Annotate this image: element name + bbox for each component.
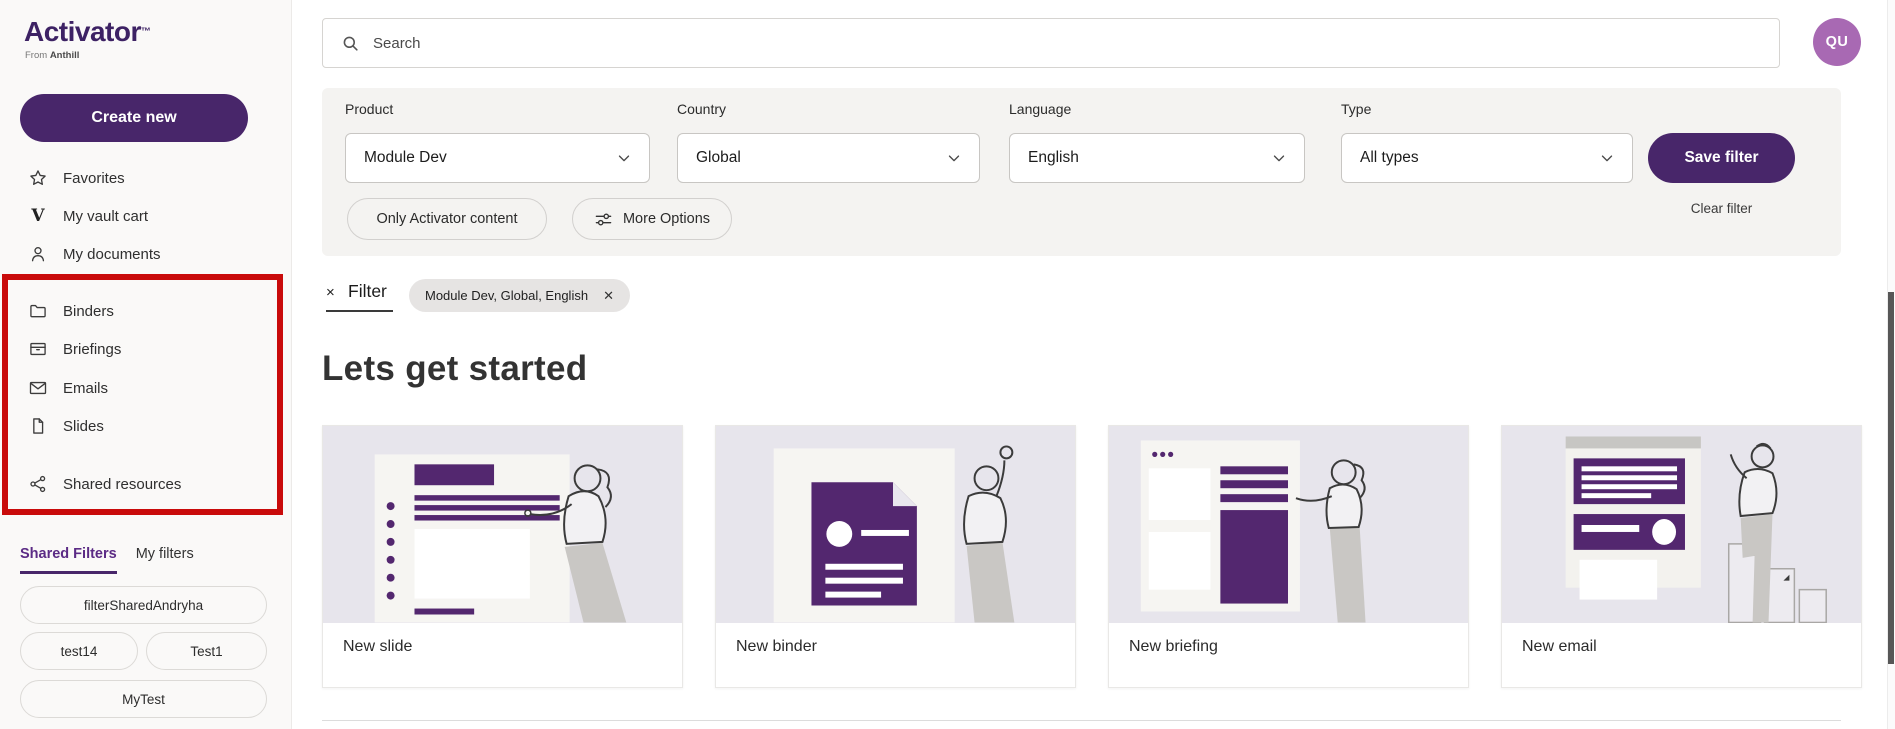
country-label: Country (677, 101, 726, 117)
briefing-box-icon (28, 339, 48, 359)
country-select[interactable]: Global (677, 133, 980, 183)
new-briefing-illustration (1109, 426, 1468, 623)
sidebar-item-emails[interactable]: Emails (28, 376, 108, 400)
country-select-value: Global (696, 149, 741, 167)
search-bar (322, 18, 1780, 68)
tagline-brand: Anthill (50, 50, 80, 61)
card-label: New slide (323, 623, 682, 671)
sidebar: Activator™ From Anthill Create new Favor… (0, 0, 292, 729)
sidebar-item-label: Shared resources (63, 476, 181, 493)
sidebar-item-slides[interactable]: Slides (28, 414, 104, 438)
new-binder-illustration (716, 426, 1075, 623)
chevron-down-icon (945, 149, 963, 167)
sidebar-item-label: Favorites (63, 170, 125, 187)
filter-row-underline (326, 310, 393, 312)
create-new-button[interactable]: Create new (20, 94, 248, 142)
card-label: New briefing (1109, 623, 1468, 671)
active-filter-chip[interactable]: Module Dev, Global, English ✕ (409, 279, 630, 312)
search-icon (341, 34, 360, 53)
star-icon (28, 168, 48, 188)
language-select-value: English (1028, 149, 1079, 167)
sidebar-item-label: Briefings (63, 341, 121, 358)
page-title: Lets get started (322, 349, 587, 389)
product-select[interactable]: Module Dev (345, 133, 650, 183)
new-binder-card[interactable]: New binder (715, 425, 1076, 688)
share-icon (28, 474, 48, 494)
new-email-illustration (1502, 426, 1861, 623)
more-options-button[interactable]: More Options (572, 198, 732, 240)
vault-icon: V (28, 206, 48, 226)
sidebar-item-label: My documents (63, 246, 161, 263)
saved-filter-pill[interactable]: filterSharedAndryha (20, 586, 267, 624)
tab-my-filters[interactable]: My filters (136, 546, 194, 574)
only-activator-content-label: Only Activator content (376, 211, 517, 227)
file-icon (28, 416, 48, 436)
clear-filter-link[interactable]: Clear filter (1648, 201, 1795, 216)
card-label: New email (1502, 623, 1861, 671)
filter-panel: Product Country Language Type Module Dev… (322, 88, 1841, 256)
card-label: New binder (716, 623, 1075, 671)
language-label: Language (1009, 101, 1071, 117)
type-select-value: All types (1360, 149, 1419, 167)
new-slide-illustration (323, 426, 682, 623)
more-options-label: More Options (623, 211, 710, 227)
trademark-symbol: ™ (141, 27, 151, 38)
sidebar-item-favorites[interactable]: Favorites (28, 166, 125, 190)
only-activator-content-toggle[interactable]: Only Activator content (347, 198, 547, 240)
type-select[interactable]: All types (1341, 133, 1633, 183)
sidebar-item-briefings[interactable]: Briefings (28, 337, 121, 361)
product-label: Product (345, 101, 393, 117)
active-filter-chip-label: Module Dev, Global, English (425, 288, 588, 303)
user-avatar[interactable]: QU (1813, 18, 1861, 66)
sidebar-item-label: Emails (63, 380, 108, 397)
saved-filter-pill[interactable]: MyTest (20, 680, 267, 718)
app-logo-text: Activator (24, 16, 141, 47)
sidebar-item-shared-resources[interactable]: Shared resources (28, 472, 181, 496)
section-divider (322, 720, 1841, 721)
new-briefing-card[interactable]: New briefing (1108, 425, 1469, 688)
new-email-card[interactable]: New email (1501, 425, 1862, 688)
saved-filter-pill[interactable]: test14 (20, 632, 138, 670)
sidebar-item-vault-cart[interactable]: V My vault cart (28, 204, 148, 228)
filter-tabs: Shared Filters My filters (20, 546, 194, 574)
person-icon (28, 244, 48, 264)
chevron-down-icon (1270, 149, 1288, 167)
remove-all-filters-icon[interactable]: × (326, 284, 335, 301)
language-select[interactable]: English (1009, 133, 1305, 183)
new-slide-card[interactable]: New slide (322, 425, 683, 688)
chevron-down-icon (1598, 149, 1616, 167)
app-logo: Activator™ (24, 16, 151, 48)
chevron-down-icon (615, 149, 633, 167)
product-select-value: Module Dev (364, 149, 447, 167)
scrollbar-thumb[interactable] (1888, 292, 1894, 664)
sidebar-item-binders[interactable]: Binders (28, 299, 114, 323)
save-filter-button[interactable]: Save filter (1648, 133, 1795, 183)
chip-close-icon[interactable]: ✕ (603, 288, 614, 304)
sliders-icon (594, 210, 613, 229)
search-input[interactable] (373, 35, 1779, 52)
envelope-icon (28, 378, 48, 398)
folder-icon (28, 301, 48, 321)
tab-shared-filters[interactable]: Shared Filters (20, 546, 117, 574)
logo-tagline: From Anthill (25, 50, 79, 61)
filter-row-label: Filter (348, 281, 387, 302)
tagline-prefix: From (25, 50, 50, 61)
sidebar-item-my-documents[interactable]: My documents (28, 242, 161, 266)
type-label: Type (1341, 101, 1371, 117)
sidebar-item-label: Binders (63, 303, 114, 320)
saved-filter-pill[interactable]: Test1 (146, 632, 267, 670)
sidebar-item-label: My vault cart (63, 208, 148, 225)
sidebar-item-label: Slides (63, 418, 104, 435)
